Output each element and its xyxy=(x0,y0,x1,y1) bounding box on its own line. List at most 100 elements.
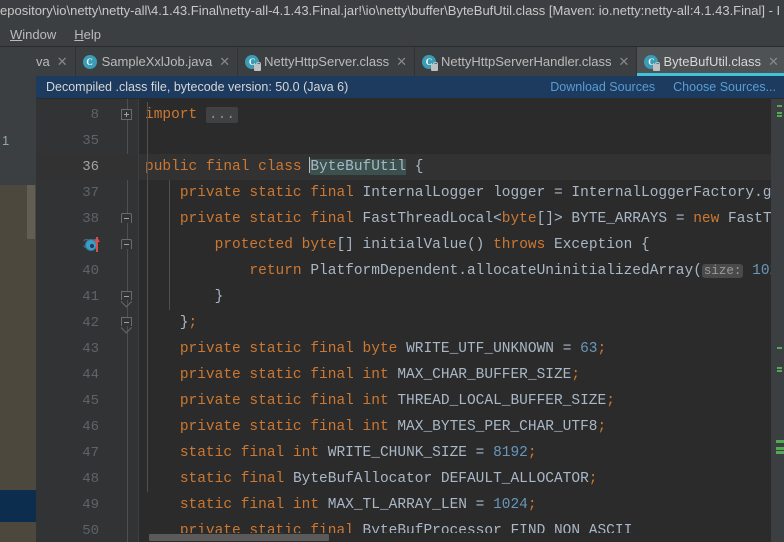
gutter-row[interactable]: 40 xyxy=(36,258,139,284)
menu-item-help[interactable]: Help xyxy=(72,25,111,44)
code-token: THREAD_LOCAL_BUFFER_SIZE xyxy=(397,393,607,409)
marker-stripe[interactable] xyxy=(777,105,782,107)
gutter-row[interactable]: 38 xyxy=(36,206,139,232)
editor-tab-samplexxljob-label: SampleXxlJob.java xyxy=(101,54,213,69)
decompiled-notification-bar: Decompiled .class file, bytecode version… xyxy=(36,76,784,99)
gutter-row[interactable]: 48 xyxy=(36,466,139,492)
marker-stripe[interactable] xyxy=(776,447,784,450)
project-panel-selected-row[interactable] xyxy=(0,490,36,522)
code-line[interactable]: import ... xyxy=(139,102,784,128)
code-line[interactable]: static final int MAX_TL_ARRAY_LEN = 1024… xyxy=(139,492,784,518)
code-line[interactable]: public final class ByteBufUtil { xyxy=(139,154,784,180)
gutter-row[interactable]: 49 xyxy=(36,492,139,518)
code-line[interactable] xyxy=(139,128,784,154)
marker-stripe[interactable] xyxy=(777,367,782,369)
code-token: FastThreadLocal< xyxy=(362,211,502,227)
gutter-row[interactable]: 43 xyxy=(36,336,139,362)
gutter-row[interactable]: 47 xyxy=(36,440,139,466)
editor-tab-nettyhttpserver[interactable]: C NettyHttpServer.class ✕ xyxy=(238,47,416,76)
marker-stripe[interactable] xyxy=(777,115,782,117)
code-fold-endarrow-icon[interactable] xyxy=(121,317,132,326)
code-line[interactable]: }; xyxy=(139,310,784,336)
gutter-row[interactable]: 35 xyxy=(36,128,139,154)
code-token: ; xyxy=(527,497,537,513)
code-line[interactable]: private static final InternalLogger logg… xyxy=(139,180,784,206)
marker-stripe[interactable] xyxy=(776,440,784,443)
gutter-row[interactable]: 50 xyxy=(36,518,139,542)
gutter-row[interactable]: 39 xyxy=(36,232,139,258)
marker-stripe[interactable] xyxy=(777,347,782,349)
code-token: 8192 xyxy=(493,445,528,461)
code-fold-plus-icon[interactable] xyxy=(121,109,132,120)
editor-tab-nettyhttpserver-label: NettyHttpServer.class xyxy=(264,54,390,69)
editor-gutter[interactable]: 8 35 36 37 38 39 40 41 42 43 44 45 46 47 48 49 50 xyxy=(36,99,139,542)
code-token: 1024 xyxy=(493,497,528,513)
code-fold-start-icon[interactable] xyxy=(121,213,132,223)
marker-stripe[interactable] xyxy=(777,112,782,114)
close-icon[interactable]: ✕ xyxy=(57,55,68,68)
menu-item-window[interactable]: Window xyxy=(8,25,66,44)
code-fold-start-icon[interactable] xyxy=(121,239,132,249)
horizontal-scrollbar[interactable] xyxy=(139,533,771,542)
code-line[interactable]: private static final int MAX_BYTES_PER_C… xyxy=(139,414,784,440)
editor-tab-partial-label: va xyxy=(36,54,50,69)
code-line[interactable]: private static final int THREAD_LOCAL_BU… xyxy=(139,388,784,414)
project-panel-scrollbar[interactable] xyxy=(27,185,35,239)
code-token: static final int xyxy=(179,497,328,513)
editor-tab-samplexxljob[interactable]: C SampleXxlJob.java ✕ xyxy=(76,47,239,76)
code-token: MAX_BYTES_PER_CHAR_UTF8 xyxy=(397,419,598,435)
code-line[interactable]: static final ByteBufAllocator DEFAULT_AL… xyxy=(139,466,784,492)
code-line[interactable]: return PlatformDependent.allocateUniniti… xyxy=(139,258,784,284)
code-line-text: protected byte[] initialValue() throws E… xyxy=(139,232,650,258)
gutter-row[interactable]: 46 xyxy=(36,414,139,440)
code-token: PlatformDependent.allocateUninitializedA… xyxy=(310,263,702,279)
editor-tab-nettyhttpserverhandler[interactable]: C NettyHttpServerHandler.class ✕ xyxy=(415,47,638,76)
gutter-row[interactable]: 44 xyxy=(36,362,139,388)
gutter-row[interactable]: 41 xyxy=(36,284,139,310)
java-file-icon: C xyxy=(82,54,97,69)
gutter-row[interactable]: 8 xyxy=(36,102,139,128)
java-class-locked-icon: C xyxy=(245,54,262,71)
gutter-row[interactable]: 45 xyxy=(36,388,139,414)
marker-gutter[interactable] xyxy=(771,99,784,542)
gutter-row[interactable]: 36 xyxy=(36,154,139,180)
line-number: 42 xyxy=(82,315,99,331)
download-sources-link[interactable]: Download Sources xyxy=(550,80,655,94)
code-line[interactable]: private static final byte WRITE_UTF_UNKN… xyxy=(139,336,784,362)
horizontal-scrollbar-thumb[interactable] xyxy=(149,534,329,541)
choose-sources-link[interactable]: Choose Sources... xyxy=(673,80,776,94)
override-method-marker-icon[interactable] xyxy=(85,237,100,252)
code-token: 63 xyxy=(580,341,598,357)
project-panel-remnant[interactable] xyxy=(0,185,36,542)
code-line[interactable]: } xyxy=(139,284,784,310)
editor-tab-partial[interactable]: va ✕ xyxy=(36,47,76,76)
editor-tab-bytebufutil-label: ByteBufUtil.class xyxy=(663,54,761,69)
gutter-row[interactable]: 42 xyxy=(36,310,139,336)
code-line[interactable]: static final int WRITE_CHUNK_SIZE = 8192… xyxy=(139,440,784,466)
editor-tab-nettyhttpserverhandler-label: NettyHttpServerHandler.class xyxy=(441,54,612,69)
code-text-area[interactable]: import ... public final class ByteBufUtil… xyxy=(139,99,784,542)
code-fold-endarrow-icon[interactable] xyxy=(121,291,132,300)
marker-stripe[interactable] xyxy=(777,370,782,372)
editor-column: va ✕ C SampleXxlJob.java ✕ C NettyHttpSe… xyxy=(36,47,784,542)
gutter-row[interactable]: 37 xyxy=(36,180,139,206)
code-line[interactable]: private static final int MAX_CHAR_BUFFER… xyxy=(139,362,784,388)
marker-stripe[interactable] xyxy=(776,451,784,454)
code-token: Exception { xyxy=(554,237,650,253)
close-icon[interactable]: ✕ xyxy=(768,55,779,68)
editor-tab-bytebufutil[interactable]: C ByteBufUtil.class ✕ xyxy=(637,47,784,76)
close-icon[interactable]: ✕ xyxy=(219,55,230,68)
code-line[interactable]: private static final FastThreadLocal<byt… xyxy=(139,206,784,232)
code-token: } xyxy=(145,315,189,331)
code-token: MAX_CHAR_BUFFER_SIZE xyxy=(397,367,572,383)
code-editor[interactable]: 8 35 36 37 38 39 40 41 42 43 44 45 46 47 48 49 50 import… xyxy=(36,99,784,542)
code-line[interactable]: protected byte[] initialValue() throws E… xyxy=(139,232,784,258)
close-icon[interactable]: ✕ xyxy=(396,55,407,68)
close-icon[interactable]: ✕ xyxy=(619,55,630,68)
menu-help-mnemonic: H xyxy=(74,26,84,42)
code-token: ; xyxy=(588,471,598,487)
tool-window-badge[interactable]: 1 xyxy=(2,133,9,148)
java-class-locked-icon: C xyxy=(422,54,439,71)
